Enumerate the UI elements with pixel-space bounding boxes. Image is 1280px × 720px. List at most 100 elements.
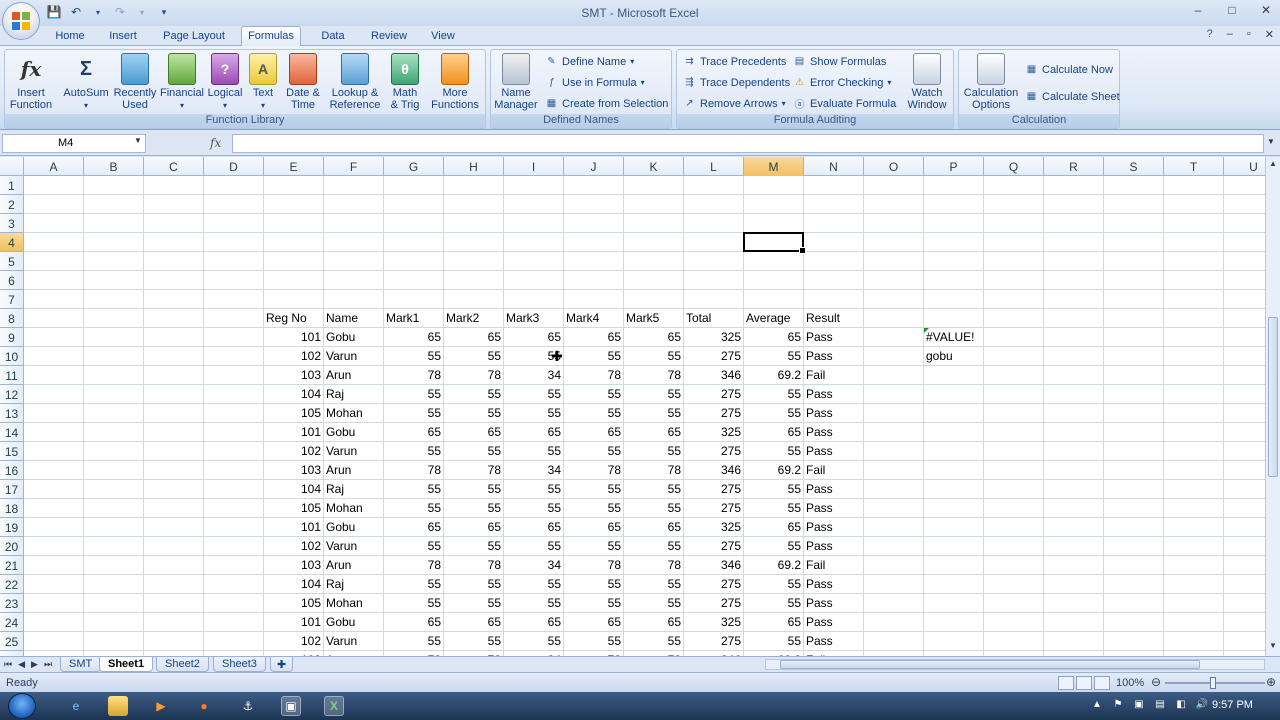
table-cell[interactable]: 65 bbox=[444, 518, 504, 537]
formula-input[interactable] bbox=[232, 134, 1264, 153]
table-cell[interactable]: 102 bbox=[264, 442, 324, 461]
table-cell[interactable]: 65 bbox=[564, 423, 624, 442]
lookup-reference-button[interactable]: Lookup & Reference bbox=[327, 53, 383, 111]
table-cell[interactable]: Pass bbox=[804, 575, 864, 594]
table-cell[interactable]: 65 bbox=[744, 613, 804, 632]
table-header-cell[interactable]: Result bbox=[804, 309, 864, 328]
table-cell[interactable]: 65 bbox=[444, 328, 504, 347]
column-header-p[interactable]: P bbox=[924, 157, 984, 176]
table-cell[interactable]: 55 bbox=[624, 537, 684, 556]
table-cell[interactable]: 55 bbox=[564, 385, 624, 404]
table-cell[interactable]: 65 bbox=[384, 328, 444, 347]
table-cell[interactable]: 325 bbox=[684, 423, 744, 442]
table-cell[interactable]: 55 bbox=[624, 442, 684, 461]
start-button[interactable] bbox=[8, 693, 36, 719]
column-header-i[interactable]: I bbox=[504, 157, 564, 176]
table-cell[interactable]: Pass bbox=[804, 385, 864, 404]
column-header-a[interactable]: A bbox=[24, 157, 84, 176]
column-header-f[interactable]: F bbox=[324, 157, 384, 176]
prev-sheet-icon[interactable]: ◀ bbox=[18, 659, 25, 670]
column-header-u[interactable]: U bbox=[1224, 157, 1265, 176]
table-cell[interactable]: Pass bbox=[804, 328, 864, 347]
text-value-cell[interactable]: gobu bbox=[924, 347, 984, 366]
sheet-tab-sheet2[interactable]: Sheet2 bbox=[156, 657, 209, 672]
table-cell[interactable]: 55 bbox=[384, 499, 444, 518]
zoom-level[interactable]: 100% bbox=[1116, 677, 1144, 689]
table-cell[interactable]: 55 bbox=[384, 575, 444, 594]
table-cell[interactable]: 55 bbox=[564, 404, 624, 423]
row-header-16[interactable]: 16 bbox=[0, 461, 24, 480]
tray-flag-icon[interactable]: ⚑ bbox=[1111, 699, 1125, 713]
table-cell[interactable]: 275 bbox=[684, 499, 744, 518]
table-cell[interactable]: 65 bbox=[624, 518, 684, 537]
workbook-close-icon[interactable]: ✕ bbox=[1265, 28, 1274, 41]
table-cell[interactable]: 55 bbox=[444, 632, 504, 651]
firefox-icon[interactable]: ● bbox=[194, 696, 214, 716]
table-cell[interactable]: 65 bbox=[504, 328, 564, 347]
row-header-23[interactable]: 23 bbox=[0, 594, 24, 613]
row-header-10[interactable]: 10 bbox=[0, 347, 24, 366]
table-cell[interactable]: 105 bbox=[264, 594, 324, 613]
table-cell[interactable]: 55 bbox=[384, 632, 444, 651]
table-cell[interactable]: 101 bbox=[264, 613, 324, 632]
tab-page-layout[interactable]: Page Layout bbox=[163, 27, 225, 47]
column-header-n[interactable]: N bbox=[804, 157, 864, 176]
table-cell[interactable]: 275 bbox=[684, 404, 744, 423]
table-cell[interactable]: 55 bbox=[624, 347, 684, 366]
table-cell[interactable]: 55 bbox=[624, 632, 684, 651]
table-cell[interactable]: 69.2 bbox=[744, 556, 804, 575]
table-cell[interactable]: 55 bbox=[624, 480, 684, 499]
table-cell[interactable]: 65 bbox=[744, 328, 804, 347]
row-header-18[interactable]: 18 bbox=[0, 499, 24, 518]
table-cell[interactable]: Gobu bbox=[324, 518, 384, 537]
table-cell[interactable]: 55 bbox=[504, 499, 564, 518]
table-cell[interactable]: 65 bbox=[624, 423, 684, 442]
table-cell[interactable]: 69.2 bbox=[744, 461, 804, 480]
workbook-minimize-icon[interactable]: – bbox=[1227, 28, 1233, 41]
table-cell[interactable]: 55 bbox=[744, 442, 804, 461]
table-cell[interactable]: 78 bbox=[624, 366, 684, 385]
table-cell[interactable]: Varun bbox=[324, 347, 384, 366]
logical-button[interactable]: ? Logical ▾ bbox=[205, 53, 245, 112]
table-cell[interactable]: Fail bbox=[804, 366, 864, 385]
row-header-1[interactable]: 1 bbox=[0, 176, 24, 195]
calculate-now-button[interactable]: ▦ Calculate Now bbox=[1025, 63, 1113, 76]
table-cell[interactable]: Pass bbox=[804, 518, 864, 537]
zoom-out-icon[interactable]: ⊖ bbox=[1151, 675, 1161, 689]
table-cell[interactable]: 65 bbox=[624, 613, 684, 632]
table-cell[interactable]: 65 bbox=[384, 613, 444, 632]
table-header-cell[interactable]: Mark5 bbox=[624, 309, 684, 328]
media-player-icon[interactable]: ▶ bbox=[151, 696, 171, 716]
table-cell[interactable]: 55 bbox=[624, 385, 684, 404]
zoom-in-icon[interactable]: ⊕ bbox=[1266, 675, 1276, 689]
table-header-cell[interactable]: Mark3 bbox=[504, 309, 564, 328]
horizontal-scrollbar[interactable] bbox=[765, 659, 1265, 670]
table-header-cell[interactable]: Mark4 bbox=[564, 309, 624, 328]
table-cell[interactable]: 55 bbox=[444, 347, 504, 366]
table-cell[interactable]: 55 bbox=[744, 480, 804, 499]
calculation-options-button[interactable]: Calculation Options bbox=[961, 53, 1021, 111]
table-cell[interactable]: 346 bbox=[684, 366, 744, 385]
table-cell[interactable]: 65 bbox=[504, 613, 564, 632]
sheet-tab-sheet3[interactable]: Sheet3 bbox=[213, 657, 266, 672]
table-cell[interactable]: Gobu bbox=[324, 328, 384, 347]
tray-app-icon[interactable]: ▣ bbox=[1132, 699, 1146, 713]
vertical-scrollbar[interactable]: ▲ ▼ bbox=[1265, 157, 1280, 656]
office-button[interactable] bbox=[2, 2, 40, 40]
text-button[interactable]: A Text ▾ bbox=[249, 53, 277, 112]
name-manager-button[interactable]: Name Manager bbox=[493, 53, 539, 111]
table-cell[interactable]: 275 bbox=[684, 442, 744, 461]
table-cell[interactable]: Pass bbox=[804, 423, 864, 442]
table-header-cell[interactable]: Reg No bbox=[264, 309, 324, 328]
table-cell[interactable]: Varun bbox=[324, 537, 384, 556]
column-header-s[interactable]: S bbox=[1104, 157, 1164, 176]
table-cell[interactable]: Fail bbox=[804, 556, 864, 575]
column-header-m[interactable]: M bbox=[744, 157, 804, 176]
table-cell[interactable]: Raj bbox=[324, 575, 384, 594]
table-cell[interactable]: 55 bbox=[444, 537, 504, 556]
table-cell[interactable]: 34 bbox=[504, 556, 564, 575]
excel-taskbar-icon[interactable]: X bbox=[324, 696, 344, 716]
table-cell[interactable]: 346 bbox=[684, 461, 744, 480]
minimize-button[interactable]: – bbox=[1190, 3, 1206, 19]
insert-function-fx-icon[interactable]: fx bbox=[210, 136, 221, 150]
